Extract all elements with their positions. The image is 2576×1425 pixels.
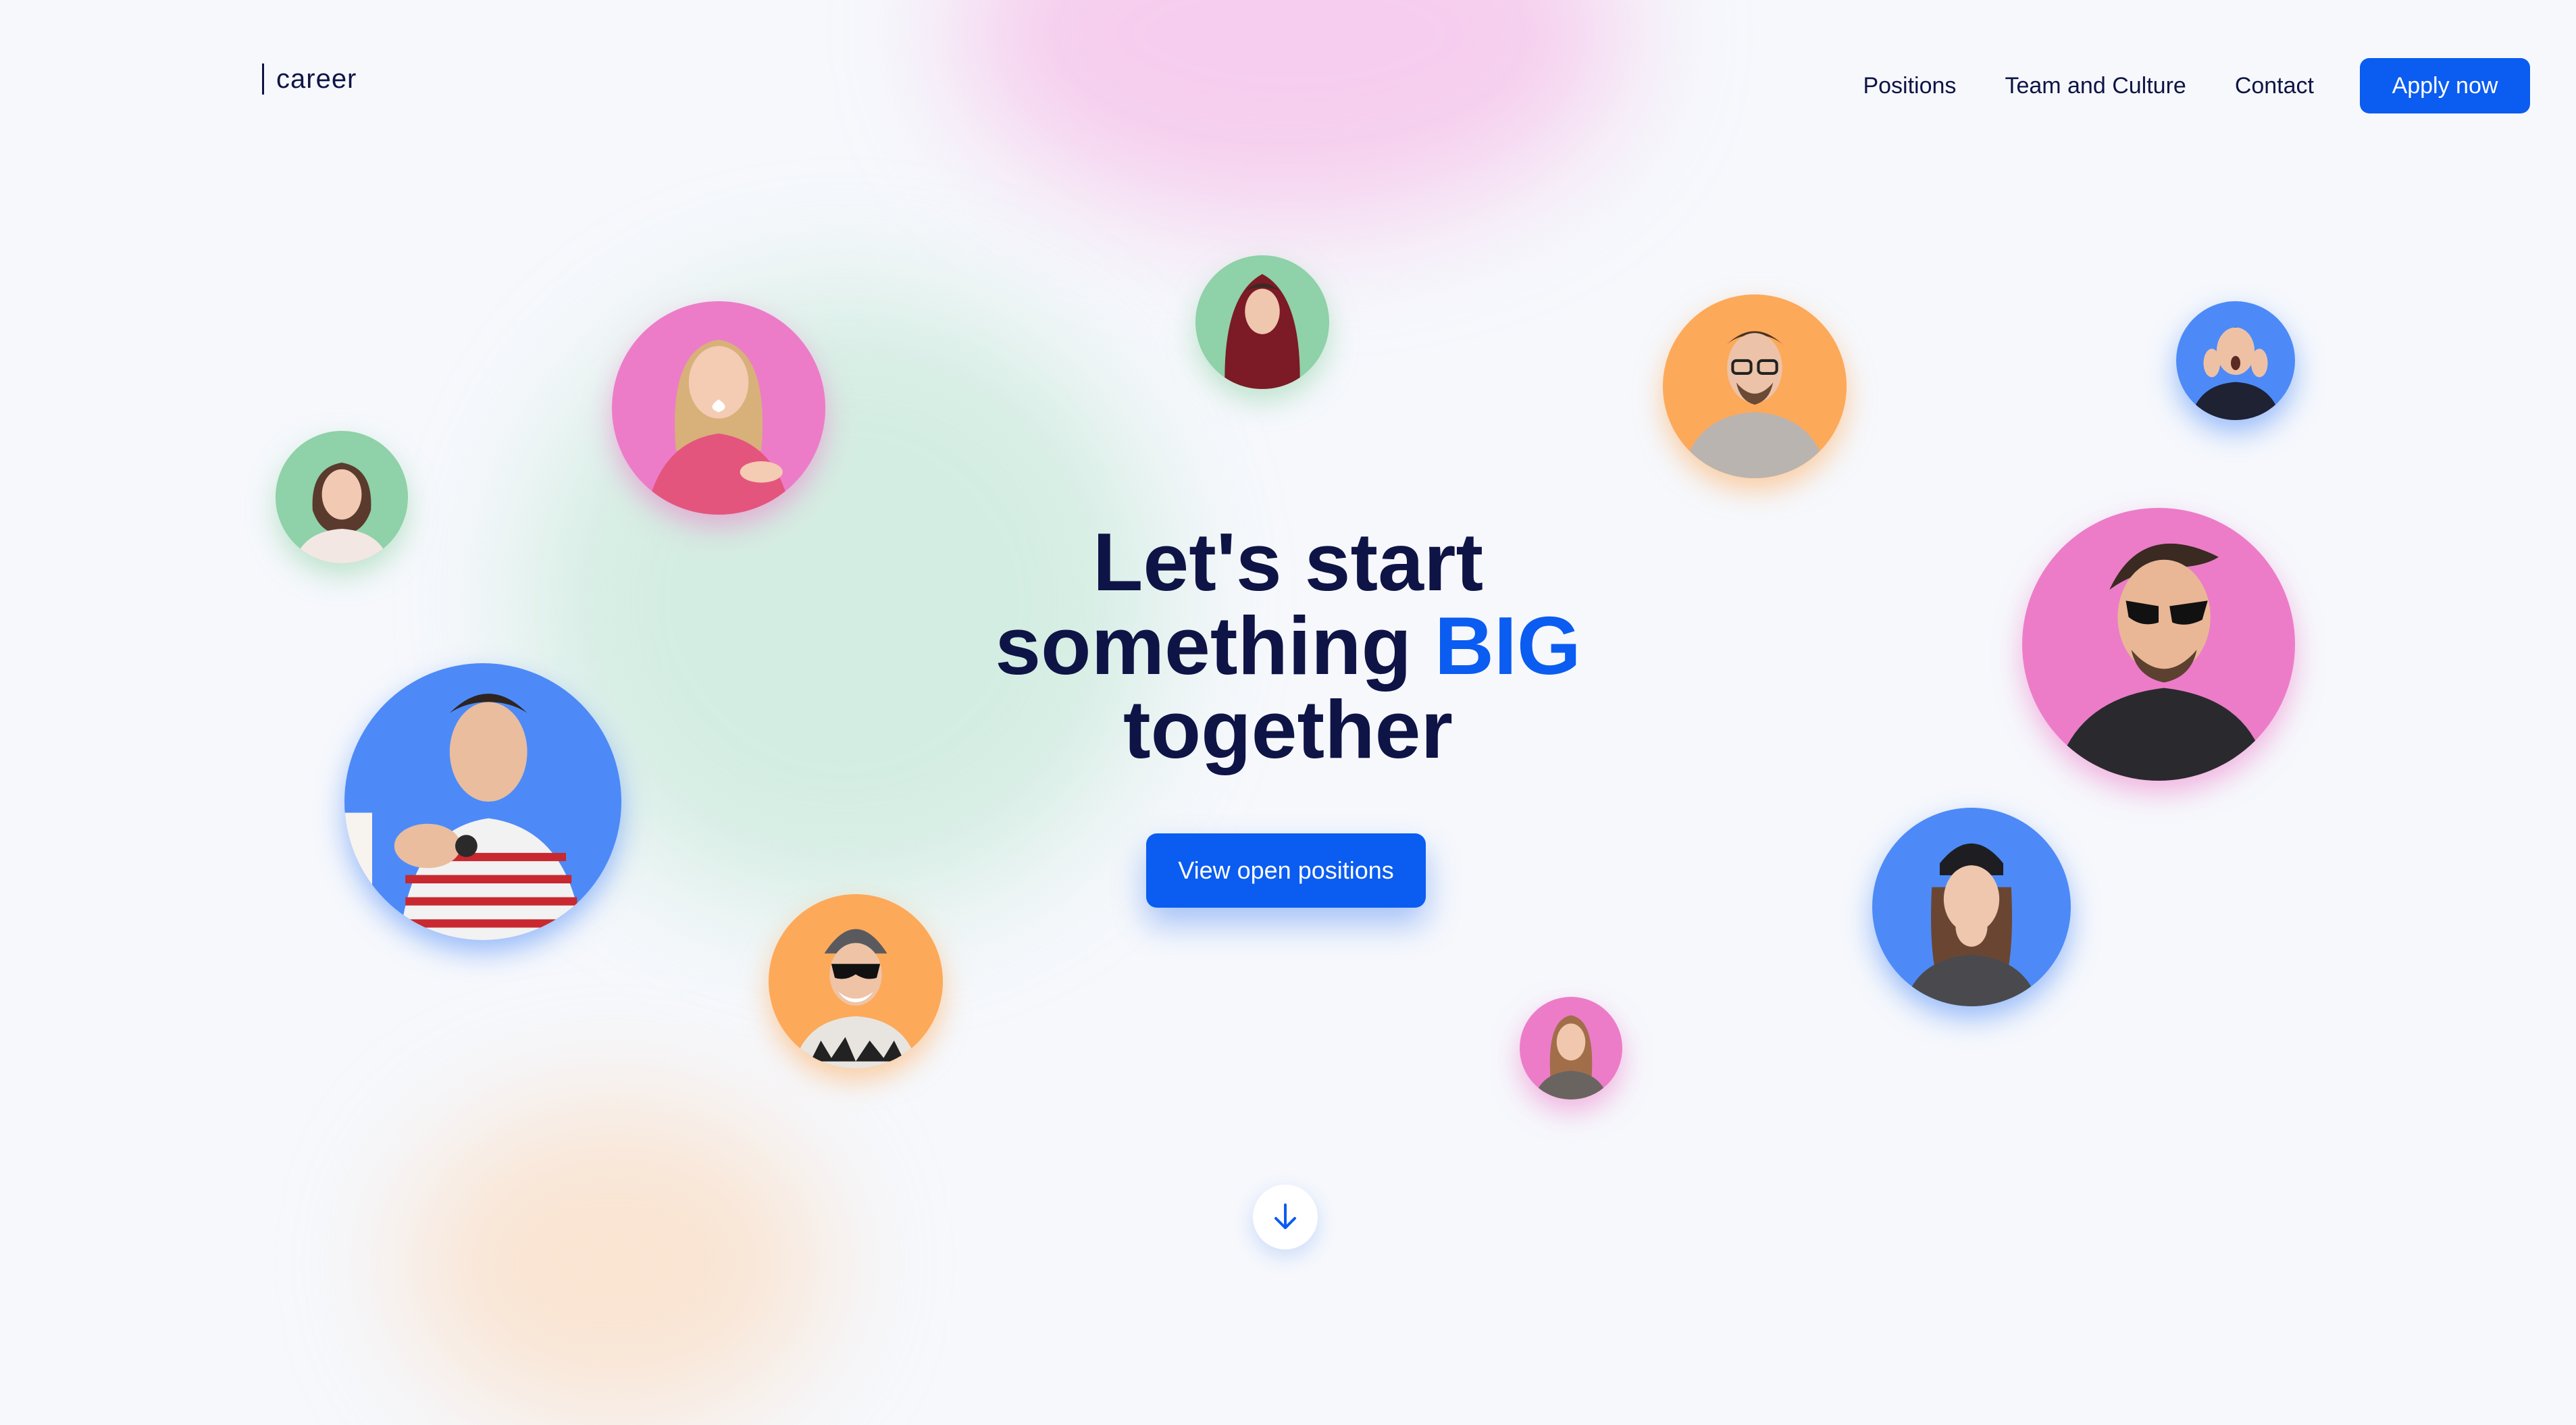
person-icon [1225, 274, 1300, 389]
avatar-man-surprised [2176, 301, 2295, 420]
logo-text: career [276, 63, 357, 94]
person-icon [1681, 331, 1828, 478]
logo-bar [262, 63, 264, 95]
hero-heading: Let's start something BIG together [950, 520, 1626, 771]
person-icon [294, 463, 390, 563]
view-open-positions-button[interactable]: View open positions [1146, 833, 1426, 908]
nav-team-and-culture[interactable]: Team and Culture [2005, 66, 2186, 106]
person-icon [2055, 543, 2268, 781]
nav-contact[interactable]: Contact [2235, 66, 2314, 106]
nav-positions[interactable]: Positions [1863, 66, 1956, 106]
arrow-down-icon [1274, 1203, 1296, 1229]
hero-accent-word: BIG [1434, 600, 1581, 692]
hero-line-2: something BIG [995, 600, 1581, 692]
avatar-woman-2 [612, 301, 825, 515]
person-icon [344, 694, 583, 940]
hero-line-2-text: something [995, 600, 1435, 692]
decor-blob-orange [405, 1101, 824, 1425]
hero-line-3: together [1123, 683, 1453, 775]
avatar-woman-1 [276, 431, 408, 563]
hero-line-1: Let's start [1092, 516, 1484, 608]
avatar-woman-beanie [1872, 808, 2071, 1006]
avatar-man-hood [1195, 255, 1329, 389]
apply-now-button[interactable]: Apply now [2360, 58, 2530, 113]
person-icon [1534, 1015, 1608, 1099]
person-icon [793, 929, 919, 1068]
person-icon [646, 339, 792, 515]
avatar-man-sunglasses [2022, 508, 2295, 781]
avatar-man-receipt [344, 663, 621, 940]
site-header: career Positions Team and Culture Contac… [0, 0, 2576, 155]
avatar-man-beanie-sunglasses [769, 894, 943, 1068]
logo[interactable]: career [262, 63, 357, 95]
person-icon [2190, 327, 2281, 420]
main-nav: Positions Team and Culture Contact Apply… [1863, 58, 2530, 113]
avatar-man-glasses [1663, 294, 1847, 478]
avatar-woman-3 [1520, 997, 1622, 1099]
person-icon [1904, 843, 2039, 1006]
scroll-down-button[interactable] [1253, 1185, 1318, 1249]
